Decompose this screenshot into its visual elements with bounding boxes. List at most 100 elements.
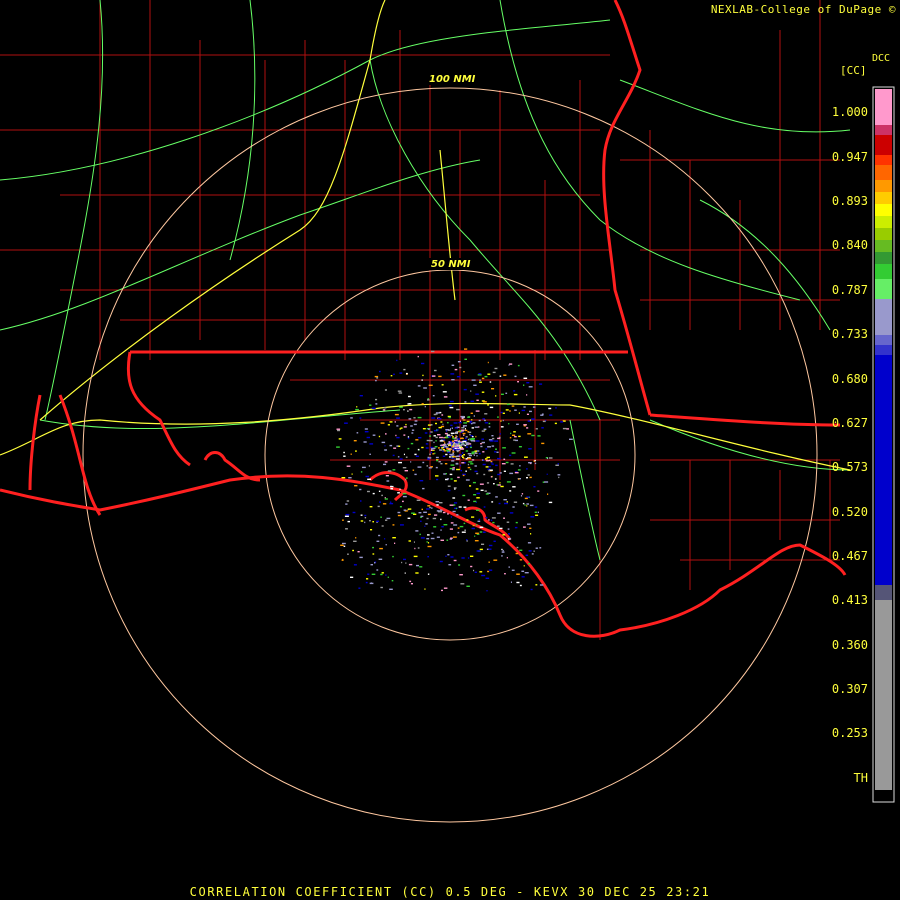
echo-pixel xyxy=(347,520,350,523)
echo-pixel xyxy=(521,493,524,495)
echo-pixel xyxy=(452,452,454,454)
echo-pixel xyxy=(416,564,419,567)
echo-pixel xyxy=(521,576,525,578)
echo-pixel xyxy=(493,559,498,561)
echo-pixel xyxy=(484,413,488,415)
legend-label: 0.413 xyxy=(831,593,868,607)
echo-pixel xyxy=(514,375,517,378)
echo-pixel xyxy=(435,456,439,459)
echo-pixel xyxy=(475,435,477,438)
echo-pixel xyxy=(476,497,480,499)
echo-pixel xyxy=(431,448,434,450)
echo-pixel xyxy=(490,460,493,463)
echo-pixel xyxy=(494,451,497,453)
echo-pixel xyxy=(510,463,514,465)
echo-pixel xyxy=(376,569,379,571)
echo-pixel xyxy=(495,448,497,450)
echo-pixel xyxy=(417,448,420,451)
echo-pixel xyxy=(413,417,416,419)
echo-pixel xyxy=(462,432,466,435)
echo-pixel xyxy=(548,457,553,459)
echo-pixel xyxy=(513,501,518,503)
echo-pixel xyxy=(427,534,430,536)
echo-pixel xyxy=(453,480,457,482)
echo-pixel xyxy=(369,443,374,445)
echo-pixel xyxy=(430,424,433,426)
echo-pixel xyxy=(499,433,501,435)
echo-pixel xyxy=(440,421,443,423)
echo-pixel xyxy=(483,401,487,403)
echo-pixel xyxy=(376,377,379,379)
echo-pixel xyxy=(500,411,503,414)
echo-pixel xyxy=(369,453,371,455)
echo-pixel xyxy=(522,502,525,505)
echo-pixel xyxy=(502,447,506,449)
echo-pixel xyxy=(539,383,543,385)
echo-pixel xyxy=(385,519,388,521)
echo-pixel xyxy=(526,468,528,470)
echo-pixel xyxy=(387,470,392,472)
echo-pixel xyxy=(528,563,530,565)
echo-pixel xyxy=(487,570,490,573)
echo-pixel xyxy=(461,557,465,559)
echo-pixel xyxy=(341,559,344,561)
echo-pixel xyxy=(426,517,429,520)
echo-pixel xyxy=(386,480,390,482)
echo-pixel xyxy=(513,439,516,441)
echo-pixel xyxy=(480,443,482,445)
echo-pixel xyxy=(432,517,437,520)
echo-pixel xyxy=(479,483,484,485)
inner-ring-label: 50 NMI xyxy=(431,259,471,270)
echo-pixel xyxy=(355,408,359,411)
echo-pixel xyxy=(372,546,374,549)
echo-pixel xyxy=(369,506,373,508)
echo-pixel xyxy=(526,382,530,384)
echo-pixel xyxy=(491,435,494,437)
echo-pixel xyxy=(481,574,486,577)
echo-pixel xyxy=(473,569,475,572)
echo-pixel xyxy=(467,431,470,433)
echo-pixel xyxy=(403,368,406,371)
echo-pixel xyxy=(527,474,530,476)
echo-pixel xyxy=(445,473,447,475)
echo-pixel xyxy=(517,364,520,367)
cc-color-legend xyxy=(872,86,895,803)
echo-pixel xyxy=(420,515,424,518)
echo-pixel xyxy=(511,405,515,407)
echo-pixel xyxy=(453,422,458,424)
echo-pixel xyxy=(521,409,526,412)
echo-pixel xyxy=(378,534,381,537)
echo-pixel xyxy=(487,446,491,448)
echo-pixel xyxy=(488,426,491,428)
echo-pixel xyxy=(514,436,517,438)
echo-pixel xyxy=(404,572,406,574)
echo-pixel xyxy=(537,511,539,513)
echo-pixel xyxy=(440,529,442,531)
echo-pixel xyxy=(503,458,506,460)
echo-pixel xyxy=(482,463,486,466)
echo-pixel xyxy=(426,538,430,540)
echo-pixel xyxy=(524,504,526,506)
echo-pixel xyxy=(481,543,485,545)
echo-pixel xyxy=(526,394,528,396)
echo-pixel xyxy=(449,429,451,431)
echo-pixel xyxy=(459,464,462,467)
echo-pixel xyxy=(475,532,479,534)
echo-pixel xyxy=(427,505,431,507)
echo-pixel xyxy=(418,512,422,514)
echo-pixel xyxy=(523,377,528,379)
echo-pixel xyxy=(499,527,503,530)
echo-pixel xyxy=(506,501,508,503)
echo-pixel xyxy=(427,556,429,558)
echo-pixel xyxy=(477,520,481,522)
echo-pixel xyxy=(397,492,400,494)
echo-pixel xyxy=(408,540,411,542)
echo-pixel xyxy=(514,472,519,474)
echo-pixel xyxy=(455,431,458,433)
echo-pixel xyxy=(497,437,501,440)
echo-pixel xyxy=(451,379,455,381)
echo-pixel xyxy=(456,468,460,471)
echo-pixel xyxy=(514,409,517,411)
echo-pixel xyxy=(411,429,415,431)
echo-pixel xyxy=(397,514,402,517)
